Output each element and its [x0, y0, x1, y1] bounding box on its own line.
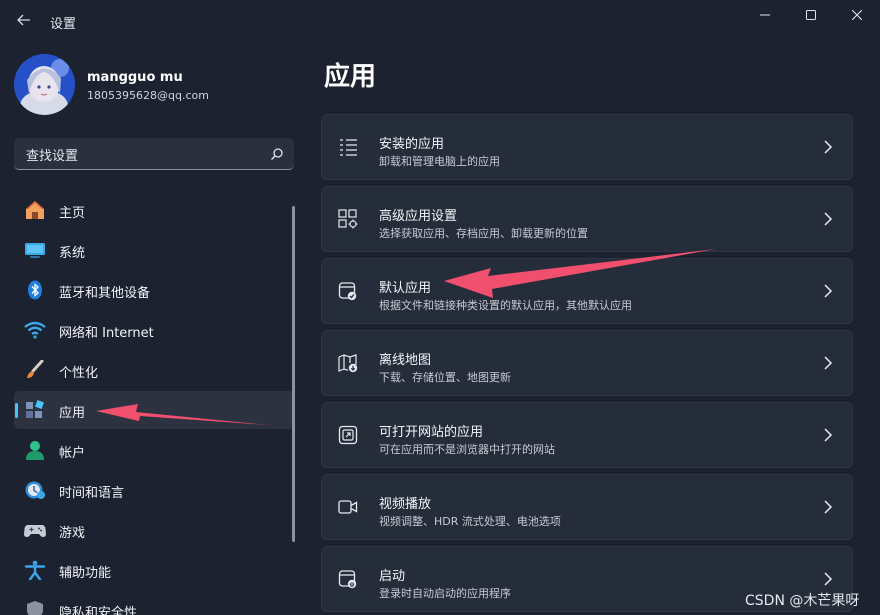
chevron-right-icon: [824, 140, 833, 154]
chevron-right-icon: [824, 284, 833, 298]
sidebar-item-label: 应用: [59, 406, 86, 421]
watermark: CSDN @木芒果呀: [745, 593, 860, 609]
home-icon: [26, 201, 44, 219]
chevron-right-icon: [824, 212, 833, 226]
sidebar-item-personalization[interactable]: 个性化: [14, 351, 294, 389]
sidebar-item-label: 个性化: [59, 366, 99, 381]
system-monitor-icon: [25, 243, 45, 258]
card-subtitle: 视频调整、HDR 流式处理、电池选项: [379, 515, 561, 528]
sidebar-item-gaming[interactable]: 游戏: [14, 511, 294, 549]
card-title: 默认应用: [379, 281, 432, 296]
apps-icon: [26, 400, 44, 418]
card-title: 离线地图: [379, 353, 432, 368]
card-title: 可打开网站的应用: [379, 425, 484, 440]
sidebar-nav: 主页 系统 蓝牙和其他设备 网络和 Internet 个性化 应用 帐户 时间和…: [14, 191, 294, 615]
maximize-button[interactable]: [788, 0, 834, 30]
sidebar-item-home[interactable]: 主页: [14, 191, 294, 229]
card-title: 启动: [379, 569, 406, 584]
sidebar-item-system[interactable]: 系统: [14, 231, 294, 269]
installed-apps-icon: [340, 139, 357, 156]
card-subtitle: 根据文件和链接种类设置的默认应用，其他默认应用: [379, 299, 632, 312]
card-title: 高级应用设置: [379, 209, 458, 224]
sidebar-item-label: 游戏: [59, 526, 86, 541]
card-video-playback[interactable]: 视频播放 视频调整、HDR 流式处理、电池选项: [321, 474, 853, 540]
user-email: 1805395628@qq.com: [87, 89, 209, 102]
settings-card-list: 安装的应用 卸载和管理电脑上的应用 高级应用设置 选择获取应用、存档应用、卸载更…: [321, 114, 853, 615]
sidebar-item-time-language[interactable]: 时间和语言: [14, 471, 294, 509]
shield-icon: [27, 601, 43, 615]
card-apps-for-websites[interactable]: 可打开网站的应用 可在应用而不是浏览器中打开的网站: [321, 402, 853, 468]
anime-avatar-image: [14, 54, 75, 115]
back-arrow-icon: [17, 14, 30, 26]
maximize-icon: [806, 10, 816, 20]
title-bar: 设置: [0, 0, 880, 40]
search-box[interactable]: 查找设置: [14, 138, 294, 170]
card-subtitle: 下载、存储位置、地图更新: [379, 371, 511, 384]
card-offline-maps[interactable]: 离线地图 下载、存储位置、地图更新: [321, 330, 853, 396]
card-title: 视频播放: [379, 497, 432, 512]
minimize-button[interactable]: [742, 0, 788, 30]
accessibility-icon: [24, 560, 46, 580]
paintbrush-icon: [27, 360, 44, 378]
video-playback-icon: [338, 500, 358, 514]
sidebar-item-label: 系统: [59, 246, 86, 261]
card-default-apps[interactable]: 默认应用 根据文件和链接种类设置的默认应用，其他默认应用: [321, 258, 853, 324]
close-button[interactable]: [834, 0, 880, 30]
close-icon: [852, 10, 862, 20]
chevron-right-icon: [824, 500, 833, 514]
offline-maps-icon: [338, 354, 358, 373]
gamepad-icon: [24, 525, 46, 537]
card-installed-apps[interactable]: 安装的应用 卸载和管理电脑上的应用: [321, 114, 853, 180]
startup-icon: [338, 570, 357, 589]
sidebar-item-label: 主页: [59, 206, 86, 221]
sidebar-scrollbar[interactable]: [292, 206, 295, 542]
sidebar-item-label: 网络和 Internet: [59, 326, 154, 341]
window-title: 设置: [50, 17, 77, 32]
card-subtitle: 选择获取应用、存档应用、卸载更新的位置: [379, 227, 588, 240]
account-icon: [26, 441, 44, 460]
search-input[interactable]: 查找设置: [26, 145, 78, 164]
chevron-right-icon: [824, 428, 833, 442]
minimize-icon: [760, 14, 770, 16]
sidebar-item-accessibility[interactable]: 辅助功能: [14, 551, 294, 589]
page-title: 应用: [324, 62, 377, 92]
avatar[interactable]: [14, 54, 75, 115]
bluetooth-icon: [28, 280, 42, 300]
card-subtitle: 登录时自动启动的应用程序: [379, 587, 511, 600]
sidebar-item-label: 时间和语言: [59, 486, 125, 501]
apps-for-websites-icon: [338, 425, 358, 445]
card-subtitle: 卸载和管理电脑上的应用: [379, 155, 500, 168]
sidebar-item-label: 辅助功能: [59, 566, 112, 581]
sidebar-item-label: 蓝牙和其他设备: [59, 286, 151, 301]
active-indicator: [15, 403, 18, 418]
card-subtitle: 可在应用而不是浏览器中打开的网站: [379, 443, 555, 456]
sidebar-item-bluetooth[interactable]: 蓝牙和其他设备: [14, 271, 294, 309]
sidebar-item-network[interactable]: 网络和 Internet: [14, 311, 294, 349]
search-icon[interactable]: [270, 147, 284, 161]
sidebar-item-privacy[interactable]: 隐私和安全性: [14, 591, 294, 615]
user-name: mangguo mu: [87, 70, 183, 85]
default-apps-icon: [338, 282, 357, 301]
user-profile[interactable]: mangguo mu 1805395628@qq.com: [14, 54, 294, 116]
advanced-app-settings-icon: [338, 209, 358, 229]
sidebar-item-apps[interactable]: 应用: [14, 391, 294, 429]
time-language-icon: [25, 481, 45, 499]
wifi-icon: [24, 321, 46, 339]
chevron-right-icon: [824, 572, 833, 586]
chevron-right-icon: [824, 356, 833, 370]
sidebar-item-accounts[interactable]: 帐户: [14, 431, 294, 469]
card-advanced-app-settings[interactable]: 高级应用设置 选择获取应用、存档应用、卸载更新的位置: [321, 186, 853, 252]
sidebar-item-label: 隐私和安全性: [59, 606, 138, 615]
back-button[interactable]: [12, 8, 36, 32]
card-title: 安装的应用: [379, 137, 445, 152]
sidebar-item-label: 帐户: [59, 446, 86, 461]
